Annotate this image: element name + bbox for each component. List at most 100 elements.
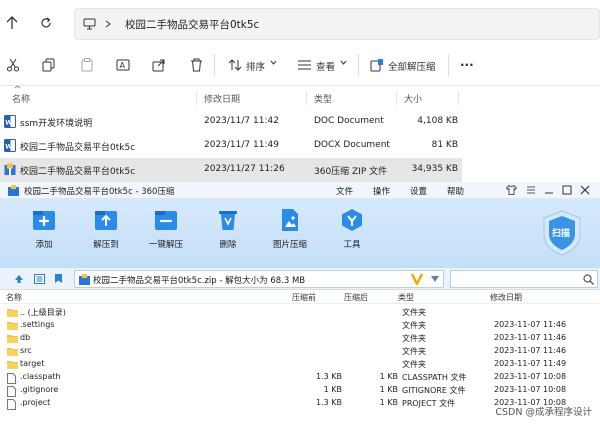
refresh-icon[interactable] xyxy=(40,17,52,29)
delete-icon[interactable] xyxy=(190,58,203,72)
file-icon xyxy=(7,399,16,410)
cell-modified: 2023-11-07 10:08 xyxy=(494,385,567,394)
share-icon[interactable] xyxy=(152,58,166,72)
tools-button[interactable]: 工具 xyxy=(322,208,382,264)
extract-to-button[interactable]: 解压到 xyxy=(76,208,136,264)
column-type[interactable]: 类型 xyxy=(398,292,414,303)
cell-type: GITIGNORE 文件 xyxy=(402,386,466,395)
up-arrow-icon[interactable] xyxy=(6,16,18,30)
up-arrow-icon[interactable] xyxy=(14,274,24,284)
cell-name: src xyxy=(20,346,32,355)
archive-search-input[interactable] xyxy=(450,270,598,288)
sort-icon[interactable] xyxy=(228,58,242,72)
list-item-selected[interactable]: 校园二手物品交易平台0tk5c 2023/11/27 11:26 360压缩 Z… xyxy=(0,158,462,182)
image-compress-button[interactable]: 图片压缩 xyxy=(260,208,320,264)
breadcrumb[interactable]: 校园二手物品交易平台0tk5c xyxy=(125,17,259,32)
column-name[interactable]: 名称 xyxy=(6,292,22,303)
image-compress-icon xyxy=(278,208,302,232)
address-bar[interactable]: 校园二手物品交易平台0tk5c xyxy=(74,8,600,40)
chevron-down-icon[interactable] xyxy=(431,276,439,282)
paste-icon[interactable] xyxy=(80,58,94,72)
folder-icon xyxy=(7,347,18,356)
archiver-path-bar: 校园二手物品交易平台0tk5c.zip - 解包大小为 68.3 MB xyxy=(0,268,600,290)
table-row[interactable]: .. (上级目录) 文件夹 xyxy=(0,306,600,319)
chevron-up-icon xyxy=(14,85,21,89)
scan-button[interactable]: 扫描 xyxy=(542,210,582,256)
cell-unpacked: 1 KB xyxy=(379,398,398,407)
cell-unpacked: 1 KB xyxy=(379,372,398,381)
minimize-icon[interactable] xyxy=(544,185,554,195)
monitor-icon xyxy=(83,18,96,30)
chevron-down-icon[interactable] xyxy=(340,60,347,65)
cell-type: 文件夹 xyxy=(402,321,426,330)
delete-icon xyxy=(216,208,240,232)
word-icon: W xyxy=(4,115,16,128)
table-row[interactable]: .settings 文件夹 2023-11-07 11:46 xyxy=(0,319,600,332)
folder-icon xyxy=(7,360,18,369)
column-size[interactable]: 大小 xyxy=(404,92,422,105)
extract-all-icon[interactable] xyxy=(370,58,384,72)
cell-name: db xyxy=(20,333,31,342)
column-modified[interactable]: 修改日期 xyxy=(204,92,240,105)
menu-file[interactable]: 文件 xyxy=(336,185,353,197)
add-icon xyxy=(32,208,56,232)
folder-icon xyxy=(7,321,18,330)
archive-path-field[interactable]: 校园二手物品交易平台0tk5c.zip - 解包大小为 68.3 MB xyxy=(74,270,444,288)
table-row[interactable]: db 文件夹 2023-11-07 11:46 xyxy=(0,332,600,345)
cut-icon[interactable] xyxy=(6,58,20,72)
checkmark-icon[interactable] xyxy=(411,272,423,285)
column-packed[interactable]: 压缩前 xyxy=(292,292,316,303)
cell-unpacked: 1 KB xyxy=(379,385,398,394)
archiver-title-bar: 校园二手物品交易平台0tk5c - 360压缩 文件 操作 设置 帮助 xyxy=(0,182,600,198)
window-title: 校园二手物品交易平台0tk5c - 360压缩 xyxy=(24,187,175,197)
cell-type: 文件夹 xyxy=(402,347,426,356)
explorer-toolbar: A 排序 查看 全部解压缩 ... xyxy=(0,46,600,86)
search-icon[interactable] xyxy=(583,274,594,285)
cell-name: target xyxy=(20,359,45,368)
cell-name: .gitignore xyxy=(20,385,59,394)
one-click-extract-button[interactable]: 一键解压 xyxy=(136,208,196,264)
explorer-column-header: 名称 修改日期 类型 大小 xyxy=(0,85,600,108)
column-modified[interactable]: 修改日期 xyxy=(490,292,522,303)
cell-packed: 1 KB xyxy=(323,385,342,394)
cell-modified: 2023-11-07 10:08 xyxy=(494,372,567,381)
table-row[interactable]: src 文件夹 2023-11-07 11:46 xyxy=(0,345,600,358)
table-row[interactable]: target 文件夹 2023-11-07 11:49 xyxy=(0,358,600,371)
chevron-down-icon[interactable] xyxy=(270,60,277,65)
cell-modified: 2023-11-07 11:46 xyxy=(494,333,567,342)
more-options-button[interactable]: ... xyxy=(460,55,474,69)
copy-icon[interactable] xyxy=(42,58,56,72)
svg-text:W: W xyxy=(5,143,12,151)
sort-button[interactable]: 排序 xyxy=(246,59,265,73)
table-row[interactable]: .classpath 1.3 KB 1 KB CLASSPATH 文件 2023-11-… xyxy=(0,371,600,384)
add-button[interactable]: 添加 xyxy=(14,208,74,264)
dropdown-arrow-icon[interactable] xyxy=(54,273,63,284)
menu-settings[interactable]: 设置 xyxy=(410,185,427,197)
column-unpacked[interactable]: 压缩后 xyxy=(344,292,368,303)
delete-button[interactable]: 删除 xyxy=(198,208,258,264)
list-view-icon[interactable] xyxy=(34,274,45,284)
column-name[interactable]: 名称 xyxy=(12,92,30,105)
zip-icon xyxy=(79,274,90,285)
list-item[interactable]: W ssm开发环境说明 2023/11/7 11:42 DOC Document… xyxy=(0,110,462,134)
view-button[interactable]: 查看 xyxy=(316,59,335,73)
cell-packed: 1.3 KB xyxy=(316,398,342,407)
column-type[interactable]: 类型 xyxy=(314,92,332,105)
maximize-icon[interactable] xyxy=(562,185,572,195)
rename-icon[interactable]: A xyxy=(116,58,130,72)
menu-icon[interactable] xyxy=(526,185,536,195)
file-icon xyxy=(7,373,16,384)
toolbar-divider xyxy=(448,54,449,76)
archive-column-header: 名称 压缩前 压缩后 类型 修改日期 xyxy=(0,291,600,304)
list-item[interactable]: W 校园二手物品交易平台0tk5c 2023/11/7 11:49 DOCX D… xyxy=(0,134,462,158)
table-row[interactable]: .gitignore 1 KB 1 KB GITIGNORE 文件 2023-11-07… xyxy=(0,384,600,397)
close-icon[interactable] xyxy=(580,185,590,195)
menu-operation[interactable]: 操作 xyxy=(373,185,390,197)
menu-help[interactable]: 帮助 xyxy=(447,185,464,197)
shirt-icon[interactable] xyxy=(506,185,517,195)
extract-all-button[interactable]: 全部解压缩 xyxy=(388,59,436,73)
view-icon[interactable] xyxy=(298,60,311,70)
file-icon xyxy=(7,386,16,397)
cell-modified: 2023-11-07 11:46 xyxy=(494,346,567,355)
folder-icon xyxy=(7,334,18,343)
